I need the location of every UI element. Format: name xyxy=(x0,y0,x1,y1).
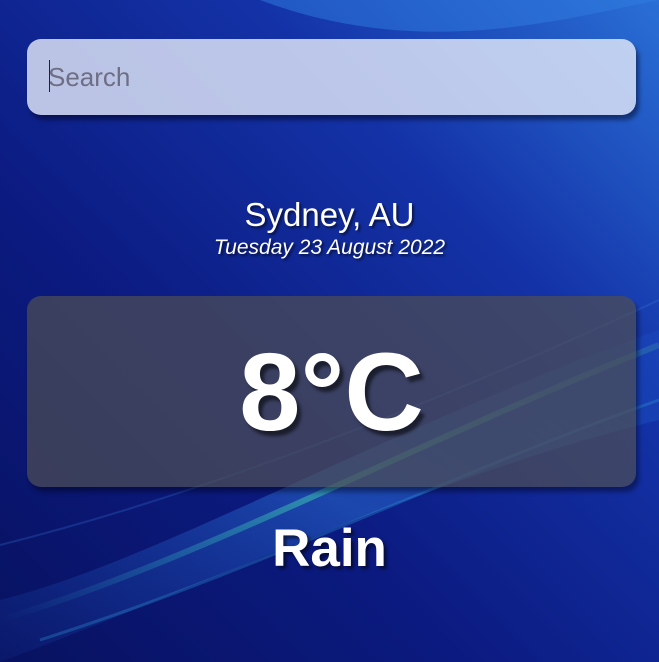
text-caret xyxy=(49,60,50,92)
temperature-value: 8°C xyxy=(239,331,424,454)
location-name: Sydney, AU xyxy=(244,196,415,233)
weather-condition: Rain xyxy=(272,519,387,578)
current-date: Tuesday 23 August 2022 xyxy=(213,236,446,259)
temperature-panel: 8°C xyxy=(27,296,636,487)
search-input[interactable] xyxy=(27,39,636,115)
